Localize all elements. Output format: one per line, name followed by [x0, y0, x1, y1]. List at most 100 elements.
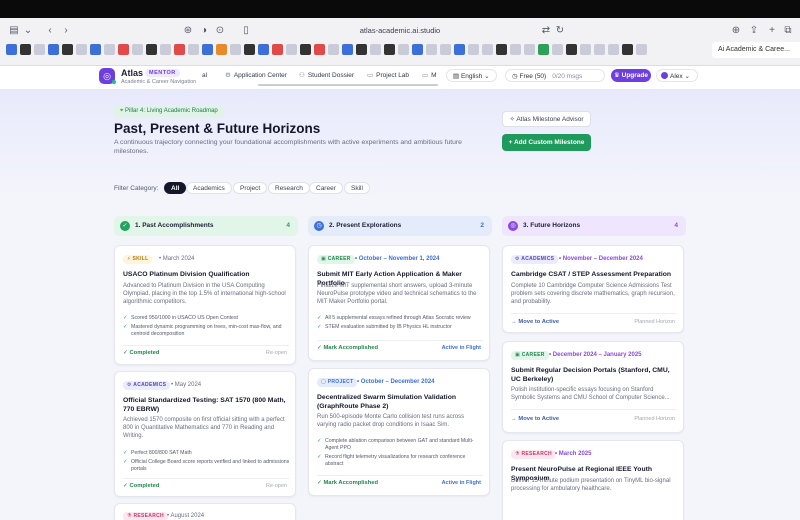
- pinned-tab[interactable]: [6, 44, 17, 55]
- milestone-card[interactable]: ▣ CAREER • December 2024 – January 2025 …: [502, 341, 684, 433]
- filter-chip-research[interactable]: Research: [268, 182, 310, 194]
- filter-chip-career[interactable]: Career: [309, 182, 343, 194]
- pinned-tab[interactable]: [622, 44, 633, 55]
- pinned-tab[interactable]: [454, 44, 465, 55]
- pinned-tab[interactable]: [510, 44, 521, 55]
- pinned-tab[interactable]: [188, 44, 199, 55]
- language-select[interactable]: ▤ English ⌄: [446, 69, 497, 82]
- pinned-tab[interactable]: [48, 44, 59, 55]
- pinned-tab[interactable]: [482, 44, 493, 55]
- pinned-tab[interactable]: [146, 44, 157, 55]
- pinned-tab[interactable]: [34, 44, 45, 55]
- milestone-card[interactable]: ▣ CAREER • October – November 1, 2024 Su…: [308, 245, 490, 361]
- milestone-bullet: Mastered dynamic programming on trees, m…: [123, 324, 291, 338]
- pinned-tab[interactable]: [272, 44, 283, 55]
- pinned-tab[interactable]: [566, 44, 577, 55]
- milestone-date: • October – November 1, 2024: [355, 256, 440, 262]
- pinned-tab[interactable]: [90, 44, 101, 55]
- pinned-tab[interactable]: [356, 44, 367, 55]
- milestone-card[interactable]: ⚗ RESEARCH • August 2024: [114, 503, 296, 520]
- milestone-card[interactable]: ⚙ ACADEMICS • May 2024 Official Standard…: [114, 371, 296, 497]
- download-icon[interactable]: ⊕: [730, 25, 742, 37]
- address-bar[interactable]: atlas-academic.ai.studio: [300, 25, 500, 37]
- tab-icon[interactable]: ▯: [240, 25, 252, 37]
- nav-tab-application-center[interactable]: ⚙ Application Center: [225, 70, 287, 82]
- pinned-tab[interactable]: [328, 44, 339, 55]
- crown-icon: ♛: [613, 72, 622, 79]
- nav-scrollbar[interactable]: [258, 84, 438, 86]
- pinned-tab[interactable]: [258, 44, 269, 55]
- pinned-tab[interactable]: [370, 44, 381, 55]
- mark-accomplished-button[interactable]: ✓ Mark Accomplished: [317, 480, 378, 486]
- pinned-tab[interactable]: [174, 44, 185, 55]
- pinned-tab[interactable]: [314, 44, 325, 55]
- milestone-card[interactable]: ▢ PROJECT • October – December 2024 Dece…: [308, 368, 490, 496]
- reload-icon[interactable]: ↻: [554, 25, 566, 37]
- filter-chip-academics[interactable]: Academics: [186, 182, 232, 194]
- pinned-tab[interactable]: [118, 44, 129, 55]
- pinned-tab[interactable]: [216, 44, 227, 55]
- add-milestone-button[interactable]: + Add Custom Milestone: [502, 134, 591, 151]
- pinned-tab[interactable]: [426, 44, 437, 55]
- milestone-advisor-button[interactable]: ✧ Atlas Milestone Advisor: [502, 111, 591, 127]
- move-to-active-button[interactable]: → Move to Active: [511, 319, 559, 325]
- tab-overview-icon[interactable]: ⧉: [782, 25, 794, 37]
- target-icon: ◎: [508, 221, 518, 231]
- pinned-tab[interactable]: [132, 44, 143, 55]
- pinned-tab[interactable]: [608, 44, 619, 55]
- pinned-tab[interactable]: [594, 44, 605, 55]
- pinned-tab[interactable]: [552, 44, 563, 55]
- new-tab-icon[interactable]: +: [766, 25, 778, 37]
- upgrade-button[interactable]: ♛ Upgrade: [611, 69, 651, 82]
- user-menu[interactable]: Alex ⌄: [656, 69, 698, 82]
- nav-tab-partial[interactable]: al: [202, 70, 207, 82]
- move-to-active-button[interactable]: → Move to Active: [511, 416, 559, 422]
- milestone-card[interactable]: ⚙ ACADEMICS • November – December 2024 C…: [502, 245, 684, 333]
- forward-icon[interactable]: ›: [60, 25, 72, 37]
- pinned-tab[interactable]: [384, 44, 395, 55]
- milestone-card[interactable]: ⚡ SKILL • March 2024 USACO Platinum Divi…: [114, 245, 296, 365]
- chevron-down-icon[interactable]: ⌄: [22, 25, 34, 37]
- pinned-tab[interactable]: [286, 44, 297, 55]
- pinned-tab[interactable]: [412, 44, 423, 55]
- nav-tab-student-dossier[interactable]: ⚇ Student Dossier: [299, 70, 354, 82]
- filter-chip-all[interactable]: All: [164, 182, 187, 194]
- pinned-tab[interactable]: [468, 44, 479, 55]
- pinned-tab[interactable]: [202, 44, 213, 55]
- milestone-date: • August 2024: [167, 513, 205, 519]
- pinned-tab[interactable]: [398, 44, 409, 55]
- nav-tab-project-lab[interactable]: ▭ Project Lab: [367, 70, 409, 82]
- pinned-tab[interactable]: [244, 44, 255, 55]
- pinned-tab[interactable]: [20, 44, 31, 55]
- nav-tab-roadmap[interactable]: ▭ M: [422, 70, 437, 82]
- pinned-tab[interactable]: [230, 44, 241, 55]
- extension-icon[interactable]: ⊙: [214, 25, 226, 37]
- sidebar-toggle-icon[interactable]: ▤: [8, 25, 20, 37]
- plan-status[interactable]: ◷ Free (50) 0/20 msgs: [505, 69, 605, 82]
- share-icon[interactable]: ⇪: [748, 25, 760, 37]
- extension-icon[interactable]: ⊛: [182, 25, 194, 37]
- pinned-tab[interactable]: [300, 44, 311, 55]
- reopen-button[interactable]: Re-open: [266, 483, 287, 489]
- pinned-tab[interactable]: [524, 44, 535, 55]
- filter-chip-skill[interactable]: Skill: [344, 182, 370, 194]
- pinned-tab[interactable]: [160, 44, 171, 55]
- pinned-tab[interactable]: [496, 44, 507, 55]
- pinned-tab[interactable]: [580, 44, 591, 55]
- back-icon[interactable]: ‹: [44, 25, 56, 37]
- filter-chip-project[interactable]: Project: [233, 182, 268, 194]
- pinned-tab[interactable]: [104, 44, 115, 55]
- mark-accomplished-button[interactable]: ✓ Mark Accomplished: [317, 345, 378, 351]
- pinned-tab[interactable]: [538, 44, 549, 55]
- reopen-button[interactable]: Re-open: [266, 350, 287, 356]
- pinned-tab[interactable]: [62, 44, 73, 55]
- active-browser-tab[interactable]: Ai Academic & Caree...: [712, 42, 800, 58]
- system-menu-bar: [0, 0, 800, 18]
- pinned-tab[interactable]: [342, 44, 353, 55]
- pinned-tab[interactable]: [76, 44, 87, 55]
- milestone-card[interactable]: ⚗ RESEARCH • March 2025 Present NeuroPul…: [502, 440, 684, 520]
- extension-icon[interactable]: ◑: [198, 25, 210, 37]
- pinned-tab[interactable]: [636, 44, 647, 55]
- pinned-tab[interactable]: [440, 44, 451, 55]
- translate-icon[interactable]: ⇄: [540, 25, 552, 37]
